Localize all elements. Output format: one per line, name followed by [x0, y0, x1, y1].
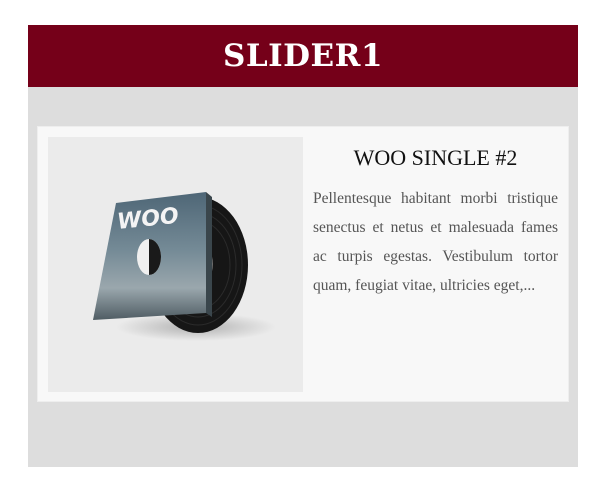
slide-title[interactable]: WOO SINGLE #2	[313, 145, 558, 171]
slide-excerpt: Pellentesque habitant morbi tristique se…	[313, 190, 558, 294]
vinyl-record-album-image: WOO	[93, 192, 276, 341]
widget-header: SLIDER1	[28, 25, 578, 87]
product-image[interactable]: WOO	[48, 137, 303, 392]
widget-body: WOO WOO SINGLE #2 Pellentesque habitant …	[28, 87, 578, 467]
slider-widget: SLIDER1 WOO WOO SINGLE #2 Pellentesque h…	[28, 25, 578, 467]
widget-title: SLIDER1	[222, 38, 384, 74]
slide-content: WOO SINGLE #2 Pellentesque habitant morb…	[313, 145, 558, 300]
slide-item[interactable]: WOO WOO SINGLE #2 Pellentesque habitant …	[38, 127, 568, 401]
